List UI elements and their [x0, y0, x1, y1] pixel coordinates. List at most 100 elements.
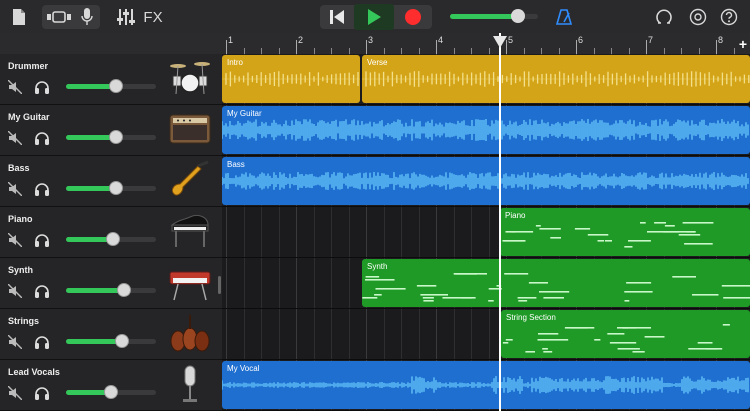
region[interactable]: Intro — [222, 55, 360, 103]
track-divider-handle[interactable] — [218, 276, 221, 294]
headphones-icon[interactable] — [34, 386, 50, 400]
track-volume-slider[interactable] — [66, 334, 156, 348]
grid-line — [243, 207, 245, 257]
track-lane[interactable]: My Guitar — [222, 105, 750, 156]
region-label: Intro — [227, 58, 244, 67]
track-lane[interactable]: Bass — [222, 156, 750, 207]
track-volume-slider[interactable] — [66, 181, 156, 195]
mute-icon[interactable] — [7, 79, 23, 95]
track-lane[interactable]: Piano — [222, 207, 750, 258]
track-lane[interactable]: My Vocal — [222, 360, 750, 411]
track-header-synth[interactable]: Synth — [0, 258, 222, 309]
grid-line — [366, 207, 367, 257]
grid-line — [401, 207, 402, 257]
region[interactable]: Verse — [362, 55, 750, 103]
mixer-icon[interactable] — [115, 6, 137, 28]
region-label: Piano — [505, 211, 526, 220]
grid-line — [471, 207, 472, 257]
headphones-icon[interactable] — [34, 233, 50, 247]
track-volume-slider[interactable] — [66, 283, 156, 297]
headphones-icon[interactable] — [34, 284, 50, 298]
grid-line — [226, 309, 227, 359]
track-volume-knob[interactable] — [114, 334, 129, 348]
settings-icon[interactable] — [687, 6, 709, 28]
grand-piano-icon[interactable] — [168, 211, 212, 253]
region[interactable]: Synth — [362, 259, 750, 307]
track-volume-knob[interactable] — [108, 79, 123, 93]
region[interactable]: Bass — [222, 157, 750, 205]
headphones-icon[interactable] — [34, 335, 50, 349]
master-volume-slider[interactable] — [450, 9, 538, 23]
playhead-handle[interactable] — [493, 36, 507, 48]
track-volume-slider[interactable] — [66, 385, 156, 399]
grid-line — [418, 207, 420, 257]
mute-icon[interactable] — [7, 181, 23, 197]
guitar-amp-icon[interactable] — [168, 109, 212, 151]
ruler-major-tick — [296, 40, 297, 54]
bass-guitar-icon[interactable] — [168, 160, 212, 202]
grid-line — [261, 258, 262, 308]
region[interactable]: Piano — [500, 208, 750, 256]
ruler-bar-number: 2 — [298, 35, 304, 45]
track-lane[interactable]: Synth — [222, 258, 750, 309]
headphones-icon[interactable] — [34, 80, 50, 94]
region[interactable]: My Guitar — [222, 106, 750, 154]
violin-section-icon[interactable] — [168, 313, 212, 355]
mute-icon[interactable] — [7, 283, 23, 299]
fx-button[interactable]: FX — [141, 6, 165, 28]
help-icon[interactable] — [718, 6, 740, 28]
track-header-bass[interactable]: Bass — [0, 156, 222, 207]
drum-kit-icon[interactable] — [168, 58, 212, 100]
timeline-ruler[interactable]: 1 2 3 4 5 6 7 8 — [222, 33, 750, 55]
view-toggle-icon[interactable] — [46, 6, 72, 28]
ruler-bar-number: 6 — [578, 35, 584, 45]
track-volume-knob[interactable] — [104, 385, 118, 399]
track-header-strings[interactable]: Strings — [0, 309, 222, 360]
mute-icon[interactable] — [7, 385, 23, 401]
grid-line — [488, 309, 490, 359]
record-icon[interactable] — [398, 6, 428, 28]
play-icon[interactable] — [354, 4, 394, 30]
grid-line — [331, 207, 332, 257]
grid-line — [278, 258, 280, 308]
grid-line — [348, 207, 350, 257]
headphones-icon[interactable] — [34, 182, 50, 196]
mute-icon[interactable] — [7, 130, 23, 146]
track-volume-knob[interactable] — [116, 283, 131, 297]
track-header-drummer[interactable]: Drummer — [0, 54, 222, 105]
mute-icon[interactable] — [7, 334, 23, 350]
master-volume-fill — [450, 14, 516, 19]
loop-icon[interactable] — [653, 6, 675, 28]
microphone-icon[interactable] — [76, 6, 98, 28]
track-name: Drummer — [8, 61, 49, 71]
document-icon[interactable] — [8, 6, 30, 28]
track-name: Bass — [8, 163, 30, 173]
grid-line — [401, 309, 402, 359]
track-header-lead-vocals[interactable]: Lead Vocals — [0, 360, 222, 411]
track-volume-slider[interactable] — [66, 232, 156, 246]
go-to-start-icon[interactable] — [322, 6, 352, 28]
track-header-piano[interactable]: Piano — [0, 207, 222, 258]
master-volume-knob[interactable] — [511, 9, 525, 23]
ruler-bar-number: 1 — [228, 35, 234, 45]
add-icon[interactable]: + — [736, 36, 750, 52]
track-lane[interactable]: String Section — [222, 309, 750, 360]
metronome-icon[interactable] — [553, 6, 575, 28]
region[interactable]: String Section — [501, 310, 750, 358]
grid-line — [226, 207, 227, 257]
region[interactable]: My Vocal — [222, 361, 750, 409]
ruler-major-tick — [226, 40, 227, 54]
track-lane[interactable]: Intro Verse — [222, 54, 750, 105]
mute-icon[interactable] — [7, 232, 23, 248]
studio-microphone-icon[interactable] — [168, 364, 212, 406]
track-volume-knob[interactable] — [105, 232, 120, 246]
track-volume-slider[interactable] — [66, 130, 156, 144]
playhead[interactable] — [499, 33, 501, 411]
grid-line — [453, 207, 455, 257]
track-header-my-guitar[interactable]: My Guitar — [0, 105, 222, 156]
track-volume-slider[interactable] — [66, 79, 156, 93]
track-volume-knob[interactable] — [108, 130, 123, 144]
synth-keyboard-icon[interactable] — [168, 262, 212, 304]
headphones-icon[interactable] — [34, 131, 50, 145]
track-volume-knob[interactable] — [108, 181, 123, 195]
